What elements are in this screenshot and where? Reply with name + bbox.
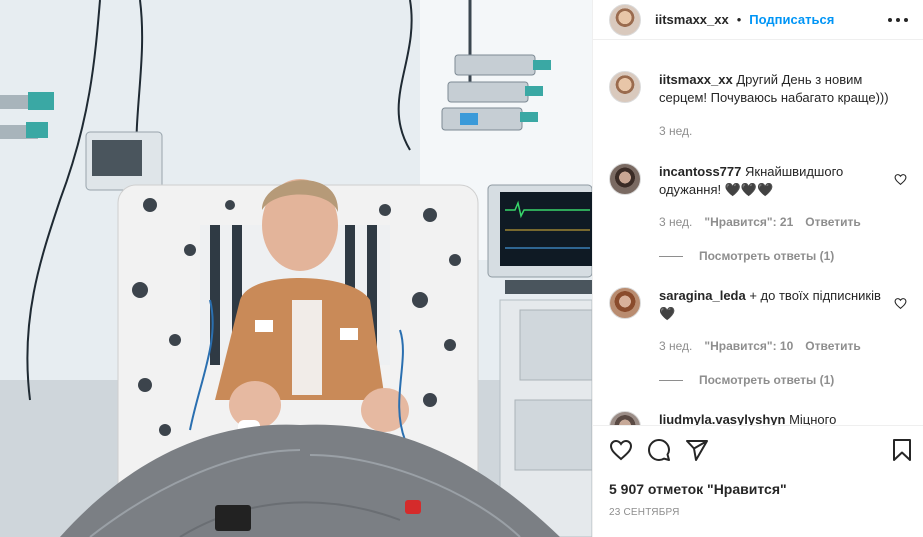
comment-item: incantoss777 Якнайшвидшого одужання! 🖤🖤🖤… (609, 163, 909, 273)
avatar[interactable] (609, 3, 641, 36)
reply-button[interactable]: Ответить (805, 215, 860, 229)
instagram-post-viewer: iitsmaxx_xx • Подписаться iitsmaxx_xx Др… (0, 0, 923, 537)
post-photo[interactable] (0, 0, 592, 537)
post-side-panel: iitsmaxx_xx • Подписаться iitsmaxx_xx Др… (592, 0, 923, 537)
comment-body: saragina_leda + до твоїх підписників 🖤 (659, 287, 899, 323)
hospital-photo-illustration (0, 0, 592, 537)
separator-dot: • (736, 12, 742, 27)
post-date[interactable]: 23 СЕНТЯБРЯ (609, 507, 680, 518)
caption-time[interactable]: 3 нед. (659, 124, 692, 138)
post-header: iitsmaxx_xx • Подписаться (593, 0, 923, 40)
comments-list[interactable]: iitsmaxx_xx Другий День з новим серцем! … (593, 57, 923, 425)
comment-meta: 3 нед. "Нравится": 21 Ответить (659, 215, 861, 229)
bookmark-icon[interactable] (890, 438, 914, 462)
caption-body: iitsmaxx_xx Другий День з новим серцем! … (659, 71, 899, 107)
comment-time[interactable]: 3 нед. (659, 339, 692, 353)
follow-button[interactable]: Подписаться (749, 12, 834, 27)
comment-body: incantoss777 Якнайшвидшого одужання! 🖤🖤🖤 (659, 163, 899, 199)
avatar[interactable] (609, 163, 641, 195)
comment-item: liudmyla.vasylyshyn Міцного (609, 411, 909, 425)
more-icon[interactable] (888, 10, 908, 30)
likes-count[interactable]: 5 907 отметок "Нравится" (609, 481, 787, 497)
comment-time[interactable]: 3 нед. (659, 215, 692, 229)
view-replies-button[interactable]: Посмотреть ответы (1) (659, 249, 834, 263)
view-replies-button[interactable]: Посмотреть ответы (1) (659, 373, 834, 387)
caption-meta: 3 нед. (659, 124, 692, 138)
comment-likes[interactable]: "Нравится": 21 (704, 215, 793, 229)
author-username[interactable]: iitsmaxx_xx (655, 12, 729, 27)
view-replies-label: Посмотреть ответы (1) (699, 249, 835, 263)
heart-icon[interactable] (609, 438, 633, 462)
avatar[interactable] (609, 71, 641, 103)
share-icon[interactable] (685, 438, 709, 462)
caption-username[interactable]: iitsmaxx_xx (659, 72, 733, 87)
comment-icon[interactable] (647, 438, 671, 462)
comment-body: liudmyla.vasylyshyn Міцного (659, 411, 899, 425)
avatar[interactable] (609, 287, 641, 319)
avatar[interactable] (609, 411, 641, 425)
caption: iitsmaxx_xx Другий День з новим серцем! … (609, 71, 909, 141)
comment-username[interactable]: liudmyla.vasylyshyn (659, 412, 785, 425)
comment-meta: 3 нед. "Нравится": 10 Ответить (659, 339, 861, 353)
post-actions: 5 907 отметок "Нравится" 23 СЕНТЯБРЯ (593, 425, 923, 537)
comment-username[interactable]: incantoss777 (659, 164, 741, 179)
like-comment-heart-icon[interactable] (894, 297, 907, 310)
reply-button[interactable]: Ответить (805, 339, 860, 353)
comment-username[interactable]: saragina_leda (659, 288, 746, 303)
action-icons (609, 438, 709, 462)
comment-likes[interactable]: "Нравится": 10 (704, 339, 793, 353)
replies-divider (659, 379, 683, 381)
replies-divider (659, 255, 683, 257)
like-comment-heart-icon[interactable] (894, 173, 907, 186)
comment-text: Міцного (789, 412, 837, 425)
view-replies-label: Посмотреть ответы (1) (699, 373, 835, 387)
comment-item: saragina_leda + до твоїх підписників 🖤 3… (609, 287, 909, 397)
